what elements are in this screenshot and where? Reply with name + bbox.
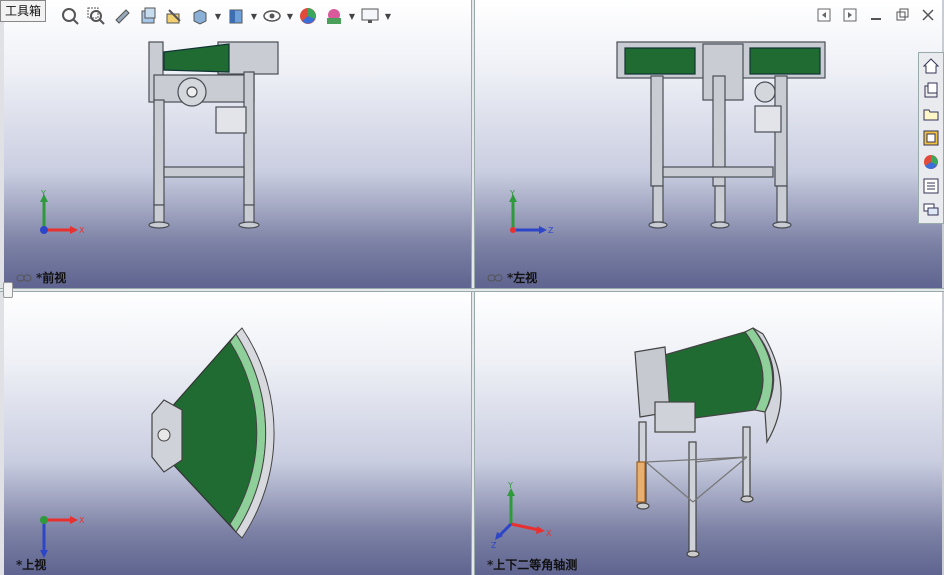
horizontal-splitter[interactable]: [0, 288, 944, 292]
viewport-isometric[interactable]: Y X Z *上下二等角轴测: [475, 292, 942, 575]
forum-icon[interactable]: [920, 199, 942, 221]
minimize-icon[interactable]: [868, 8, 884, 22]
task-pane: [918, 52, 944, 224]
custom-properties-icon[interactable]: [920, 175, 942, 197]
left-z-axis-label: Z: [548, 226, 554, 235]
file-explorer-icon[interactable]: [920, 103, 942, 125]
viewport-window-controls: [816, 8, 936, 22]
left-y-axis-label: Y: [509, 189, 515, 198]
display-style-dropdown[interactable]: ▼: [250, 5, 258, 27]
iso-y-axis-label: Y: [507, 482, 513, 490]
heads-up-view-toolbar: ▼ ▼ ▼ ▼ ▼: [58, 4, 392, 28]
viewport-front[interactable]: Y X *前视: [4, 0, 471, 288]
left-view-label: *左视: [487, 269, 537, 286]
hide-show-items-icon[interactable]: [260, 5, 284, 27]
link-icon: [16, 274, 32, 281]
section-view-icon[interactable]: [136, 5, 160, 27]
front-view-triad: Y X: [40, 189, 85, 235]
iso-x-axis-label: X: [546, 529, 552, 538]
close-icon[interactable]: [920, 8, 936, 22]
top-x-axis-label: X: [79, 516, 85, 525]
link-icon: [487, 274, 503, 281]
zoom-to-fit-icon[interactable]: [58, 5, 82, 27]
view-orientation-dropdown[interactable]: ▼: [214, 5, 222, 27]
left-view-name: *左视: [507, 271, 538, 285]
view-settings-dropdown[interactable]: ▼: [384, 5, 392, 27]
top-view-label: *上视: [16, 556, 46, 573]
home-icon[interactable]: [920, 55, 942, 77]
iso-view-label: *上下二等角轴测: [487, 556, 577, 573]
front-y-axis-label: Y: [40, 189, 46, 198]
design-library-icon[interactable]: [920, 79, 942, 101]
display-style-icon[interactable]: [224, 5, 248, 27]
panel-collapse-handle[interactable]: [3, 282, 13, 298]
view-orientation-icon[interactable]: [188, 5, 212, 27]
top-view-name: *上视: [16, 558, 47, 572]
viewport-left[interactable]: Y Z *左视: [475, 0, 942, 288]
previous-view-icon[interactable]: [110, 5, 134, 27]
dynamic-annotation-icon[interactable]: [162, 5, 186, 27]
hide-show-dropdown[interactable]: ▼: [286, 5, 294, 27]
iso-z-axis-label: Z: [491, 541, 497, 550]
view-settings-icon[interactable]: [358, 5, 382, 27]
zoom-to-area-icon[interactable]: [84, 5, 108, 27]
apply-scene-dropdown[interactable]: ▼: [348, 5, 356, 27]
next-pane-icon[interactable]: [842, 8, 858, 22]
front-view-name: *前视: [36, 271, 67, 285]
left-view-triad: Y Z: [509, 189, 554, 235]
front-view-label: *前视: [16, 269, 66, 286]
appearances-icon[interactable]: [920, 151, 942, 173]
viewport-top[interactable]: Z X *上视: [4, 292, 471, 575]
front-x-axis-label: X: [79, 226, 85, 235]
previous-pane-icon[interactable]: [816, 8, 832, 22]
iso-view-name: *上下二等角轴测: [487, 558, 578, 572]
iso-view-triad: Y X Z: [491, 482, 552, 550]
restore-icon[interactable]: [894, 8, 910, 22]
edit-appearance-icon[interactable]: [296, 5, 320, 27]
toolbox-tab[interactable]: 工具箱: [0, 0, 47, 22]
apply-scene-icon[interactable]: [322, 5, 346, 27]
view-palette-icon[interactable]: [920, 127, 942, 149]
